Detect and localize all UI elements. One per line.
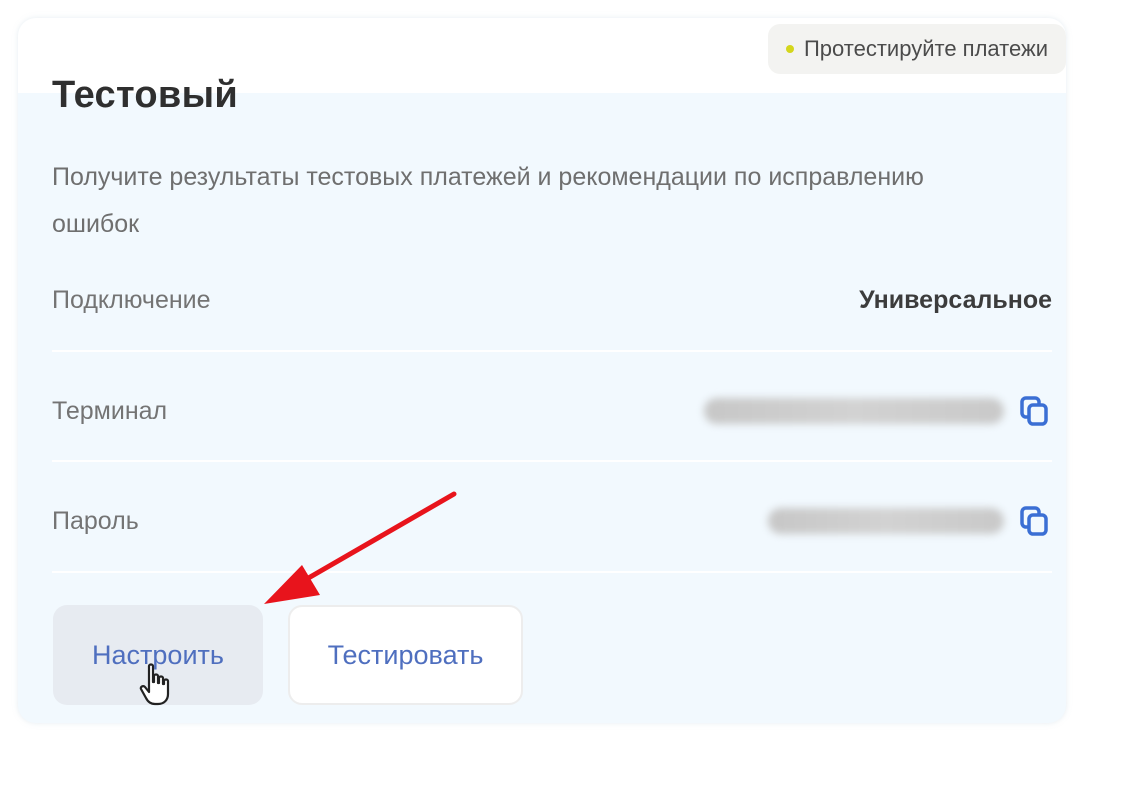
status-dot-icon (785, 45, 794, 53)
terminal-value-redacted (704, 398, 1004, 424)
test-button[interactable]: Тестировать (288, 605, 523, 705)
divider (52, 571, 1052, 573)
test-payments-badge[interactable]: Протестируйте платежи (767, 24, 1066, 74)
password-value-group (768, 504, 1052, 538)
terminal-value-group (704, 394, 1052, 428)
test-mode-card: Протестируйте платежи Тестовый Получите … (18, 18, 1066, 723)
card-description: Получите результаты тестовых платежей и … (52, 163, 924, 238)
copy-icon[interactable] (1018, 504, 1052, 538)
test-button-label: Тестировать (327, 639, 484, 670)
terminal-row: Терминал (52, 383, 1052, 439)
connection-label: Подключение (52, 285, 211, 314)
password-row: Пароль (52, 493, 1052, 549)
password-value-redacted (768, 508, 1004, 534)
badge-label: Протестируйте платежи (803, 36, 1048, 61)
password-label: Пароль (52, 506, 139, 535)
divider (52, 460, 1052, 462)
divider (52, 350, 1052, 352)
copy-icon[interactable] (1018, 394, 1052, 428)
terminal-label: Терминал (52, 396, 168, 425)
hand-pointer-icon (139, 663, 170, 706)
card-title: Тестовый (52, 74, 238, 116)
connection-row: Подключение Универсальное (52, 272, 1052, 328)
connection-value: Универсальное (859, 285, 1052, 314)
